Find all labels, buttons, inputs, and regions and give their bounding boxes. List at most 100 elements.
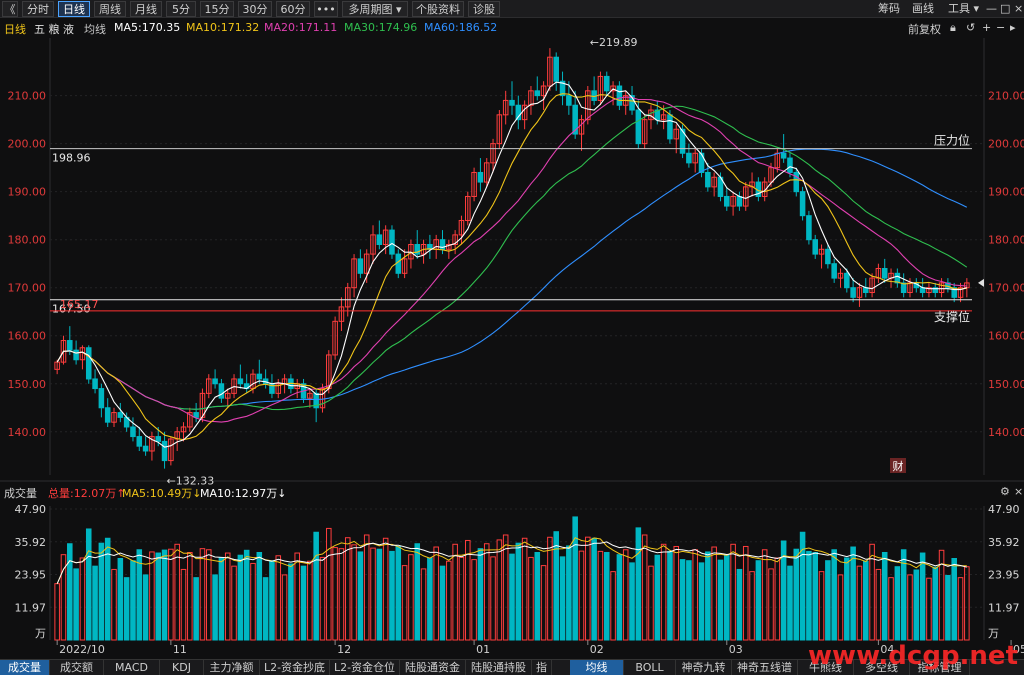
x-month-label: 02 bbox=[590, 643, 604, 656]
extreme-annotation: ←132.33 bbox=[167, 475, 215, 488]
volume-bar bbox=[344, 537, 351, 641]
volume-bar bbox=[761, 549, 768, 641]
volume-bar bbox=[357, 551, 364, 641]
y-tick-label: 210.00 bbox=[8, 90, 47, 103]
volume-bar bbox=[945, 574, 951, 641]
volume-bar bbox=[787, 565, 793, 641]
candle-body bbox=[212, 378, 218, 385]
volume-bar bbox=[458, 556, 465, 641]
volume-bar bbox=[686, 560, 692, 641]
y-tick-label-right: 150.00 bbox=[988, 378, 1024, 391]
y-tick-label: 190.00 bbox=[8, 186, 47, 199]
volume-bar bbox=[224, 552, 231, 641]
volume-bar bbox=[622, 549, 629, 641]
volume-bar bbox=[471, 559, 477, 641]
volume-bar bbox=[572, 516, 578, 641]
kline-chart[interactable]: 210.00 210.00 200.00 200.00 190.00 190.00 180.… bbox=[0, 0, 1024, 675]
candle-body bbox=[136, 436, 143, 447]
candle-body bbox=[67, 340, 73, 351]
candle-body bbox=[635, 109, 642, 145]
candle-body bbox=[389, 229, 395, 255]
volume-bar bbox=[667, 550, 673, 641]
volume-bar bbox=[174, 543, 180, 641]
candle-body bbox=[553, 56, 559, 82]
volume-bar bbox=[427, 557, 433, 641]
level-name-label: 支撑位 bbox=[934, 309, 970, 324]
volume-bar bbox=[67, 543, 73, 641]
x-month-label: 01 bbox=[476, 643, 490, 656]
y-tick-label: 160.00 bbox=[8, 330, 47, 343]
volume-bar bbox=[799, 531, 806, 641]
y-tick-label-right: 190.00 bbox=[988, 186, 1024, 199]
volume-bar bbox=[964, 566, 970, 641]
extreme-annotation: ←219.89 bbox=[590, 36, 638, 49]
volume-bar bbox=[528, 556, 534, 641]
volume-bar bbox=[199, 548, 206, 641]
volume-bar bbox=[521, 537, 528, 641]
volume-bar bbox=[452, 543, 458, 641]
volume-bar bbox=[755, 560, 762, 641]
volume-bar bbox=[111, 568, 117, 641]
volume-bar bbox=[806, 550, 812, 641]
y-tick-label-right: 170.00 bbox=[988, 282, 1024, 295]
volume-bar bbox=[919, 552, 926, 641]
volume-bar bbox=[300, 565, 307, 641]
watermark-text: www.dcgp.net bbox=[808, 641, 1018, 671]
candle-body bbox=[825, 248, 831, 265]
volume-bar bbox=[130, 560, 136, 641]
volume-bar bbox=[420, 568, 427, 641]
volume-bar bbox=[610, 571, 616, 641]
x-month-label: 12 bbox=[337, 643, 351, 656]
y-tick-label-right: 140.00 bbox=[988, 426, 1024, 439]
volume-bar bbox=[85, 528, 92, 641]
volume-bar bbox=[603, 551, 610, 641]
level-name-label: 压力位 bbox=[934, 133, 970, 148]
candle-body bbox=[780, 152, 787, 159]
volume-bar bbox=[193, 577, 199, 641]
volume-bar bbox=[957, 577, 964, 641]
level-value-label: 165.17 bbox=[60, 298, 99, 311]
volume-bar bbox=[856, 565, 863, 641]
volume-bar bbox=[888, 577, 894, 641]
volume-bar bbox=[117, 558, 124, 641]
volume-bar bbox=[180, 568, 187, 641]
volume-bar bbox=[496, 539, 503, 641]
volume-bar bbox=[414, 543, 421, 641]
y-tick-label-right: 180.00 bbox=[988, 234, 1024, 247]
candle-body bbox=[92, 378, 98, 390]
volume-bar bbox=[629, 562, 635, 641]
candle-body bbox=[237, 378, 244, 385]
ma60-line bbox=[56, 148, 968, 410]
volume-bar bbox=[692, 549, 698, 641]
volume-tick-label-right: 47.90 bbox=[988, 503, 1020, 516]
volume-bar bbox=[894, 566, 901, 641]
volume-bar bbox=[597, 550, 604, 641]
volume-bar bbox=[534, 551, 541, 641]
current-price-marker bbox=[978, 278, 984, 287]
candle-body bbox=[812, 239, 819, 255]
y-tick-label-right: 210.00 bbox=[988, 90, 1024, 103]
volume-bar bbox=[566, 545, 572, 641]
volume-bar bbox=[547, 536, 553, 641]
volume-bar bbox=[509, 553, 515, 641]
volume-bar bbox=[559, 556, 566, 641]
volume-bar bbox=[660, 543, 667, 641]
candle-body bbox=[130, 426, 136, 438]
volume-bar bbox=[553, 531, 559, 641]
candle-body bbox=[357, 258, 364, 274]
candle-body bbox=[850, 287, 856, 298]
volume-bar bbox=[483, 543, 490, 641]
volume-bar bbox=[54, 583, 60, 641]
x-month-label: 11 bbox=[173, 643, 187, 656]
volume-bar bbox=[142, 574, 149, 641]
candle-body bbox=[256, 373, 263, 380]
volume-bar bbox=[717, 559, 724, 641]
candle-body bbox=[98, 388, 105, 409]
candle-body bbox=[534, 90, 541, 97]
volume-bar bbox=[98, 542, 105, 641]
volume-bar bbox=[389, 550, 395, 641]
ma5-line bbox=[56, 81, 967, 448]
candle-body bbox=[667, 114, 673, 140]
candle-body bbox=[787, 157, 793, 173]
volume-bar bbox=[168, 548, 174, 641]
